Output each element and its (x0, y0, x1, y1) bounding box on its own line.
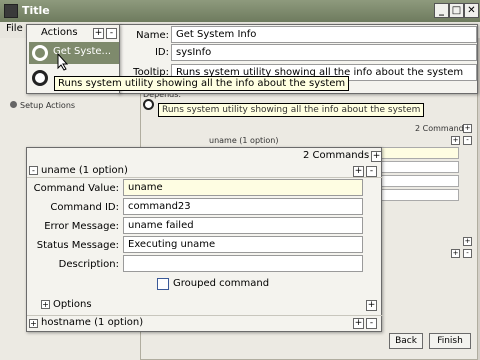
bg-commands-count: 2 Commands (415, 124, 468, 133)
bg-uname-add-button[interactable]: + (451, 136, 460, 145)
close-button[interactable]: ✕ (464, 3, 479, 18)
action-item-selected[interactable]: Get Syste... (29, 42, 119, 64)
setup-actions-label: Setup Actions (20, 101, 76, 110)
bg-add-command-button[interactable]: + (463, 124, 472, 133)
hostname-header-label: hostname (1 option) (41, 317, 144, 328)
gear-icon (32, 45, 48, 61)
error-message-label: Error Message: (44, 221, 119, 232)
hostname-section-header[interactable]: + hostname (1 option) + - (27, 315, 383, 331)
command-value-field[interactable]: uname (123, 179, 363, 196)
options-section-header[interactable]: + Options + (27, 299, 383, 313)
uname-collapse-icon[interactable]: - (29, 166, 38, 175)
commands-panel: 2 Commands + - uname (1 option) + - Comm… (26, 147, 383, 332)
remove-action-button[interactable]: - (106, 28, 117, 39)
setup-actions-icon (10, 101, 17, 108)
options-expand-icon[interactable]: + (41, 300, 50, 309)
command-id-label: Command ID: (50, 202, 119, 213)
bg-hostname-add-button[interactable]: + (451, 249, 460, 258)
hostname-expand-icon[interactable]: + (29, 319, 38, 328)
actions-header: Actions (41, 27, 78, 38)
error-message-field[interactable]: uname failed (123, 217, 363, 234)
command-value-label: Command Value: (33, 183, 119, 194)
hover-tooltip: Runs system utility showing all the info… (54, 76, 350, 91)
status-message-field[interactable]: Executing uname (123, 236, 363, 253)
finish-button[interactable]: Finish (429, 333, 471, 349)
options-add-button[interactable]: + (366, 300, 377, 311)
maximize-button[interactable]: □ (449, 3, 464, 18)
bg-uname-remove-button[interactable]: - (463, 136, 472, 145)
bg-tooltip: Runs system utility showing all the info… (158, 103, 425, 117)
uname-section-header[interactable]: - uname (1 option) + - (27, 164, 383, 178)
mouse-cursor-icon (57, 53, 69, 71)
description-label: Description: (58, 259, 119, 270)
add-action-button[interactable]: + (93, 28, 104, 39)
add-command-button[interactable]: + (371, 151, 382, 162)
command-id-field[interactable]: command23 (123, 198, 363, 215)
gear-icon-2 (32, 70, 48, 86)
status-message-label: Status Message: (36, 240, 119, 251)
title-bar: Title _ □ ✕ (0, 0, 480, 22)
name-field[interactable]: Get System Info (171, 26, 477, 43)
grouped-command-label: Grouped command (173, 278, 270, 289)
uname-header-label: uname (1 option) (41, 165, 128, 176)
setup-actions-item[interactable]: Setup Actions (10, 101, 75, 110)
description-field[interactable] (123, 255, 363, 272)
app-icon (4, 4, 18, 18)
menu-file[interactable]: File (6, 23, 23, 34)
options-label: Options (53, 299, 92, 310)
hostname-add-button[interactable]: + (353, 318, 364, 329)
hostname-remove-button[interactable]: - (366, 318, 377, 329)
commands-count: 2 Commands (303, 150, 370, 161)
name-label: Name: (136, 30, 169, 41)
bg-uname-header: uname (1 option) (209, 136, 279, 145)
id-label: ID: (154, 47, 169, 58)
bg-options-add-button[interactable]: + (463, 237, 472, 246)
window-title: Title (22, 4, 50, 17)
id-field[interactable]: sysInfo (171, 44, 477, 61)
uname-add-button[interactable]: + (353, 166, 364, 177)
minimize-button[interactable]: _ (434, 3, 449, 18)
grouped-command-checkbox[interactable] (157, 278, 169, 290)
uname-remove-button[interactable]: - (366, 166, 377, 177)
bg-hostname-remove-button[interactable]: - (463, 249, 472, 258)
back-button[interactable]: Back (389, 333, 423, 349)
bg-gear-icon (143, 99, 154, 110)
